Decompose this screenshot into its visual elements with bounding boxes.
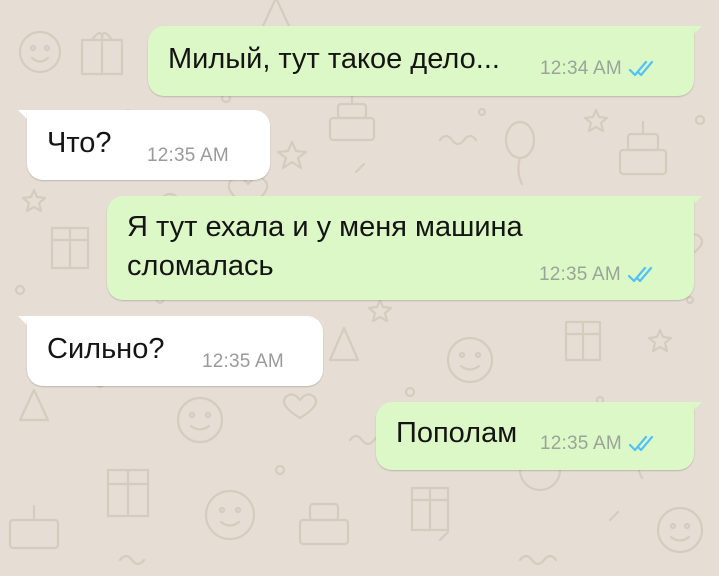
- message-meta: 12:35 AM: [539, 264, 657, 286]
- message-time: 12:34 AM: [540, 58, 622, 79]
- message-meta: 12:35 AM: [202, 351, 284, 373]
- message-text: Пополам: [396, 417, 518, 449]
- message-text: Сильно?: [47, 333, 165, 365]
- double-check-read-icon: [627, 266, 652, 283]
- message-text: Что?: [47, 127, 112, 159]
- message-meta: 12:35 AM: [540, 433, 658, 455]
- message-bubble-incoming[interactable]: Что? 12:35 AM: [27, 110, 270, 180]
- message-time: 12:35 AM: [540, 433, 622, 454]
- double-check-read-icon: [628, 60, 653, 77]
- message-bubble-outgoing[interactable]: Милый, тут такое дело... 12:34 AM: [148, 26, 694, 96]
- message-time: 12:35 AM: [202, 351, 284, 372]
- message-text: Я тут ехала и у меня машина сломалась: [127, 211, 523, 282]
- message-bubble-outgoing[interactable]: Пополам 12:35 AM: [376, 402, 694, 470]
- message-bubble-incoming[interactable]: Сильно? 12:35 AM: [27, 316, 323, 386]
- message-meta: 12:35 AM: [147, 145, 229, 167]
- double-check-read-icon: [628, 435, 653, 452]
- message-time: 12:35 AM: [539, 264, 621, 285]
- message-text: Милый, тут такое дело...: [168, 43, 500, 75]
- message-meta: 12:34 AM: [540, 58, 658, 80]
- message-time: 12:35 AM: [147, 145, 229, 166]
- message-bubble-outgoing[interactable]: Я тут ехала и у меня машина сломалась 12…: [107, 196, 694, 300]
